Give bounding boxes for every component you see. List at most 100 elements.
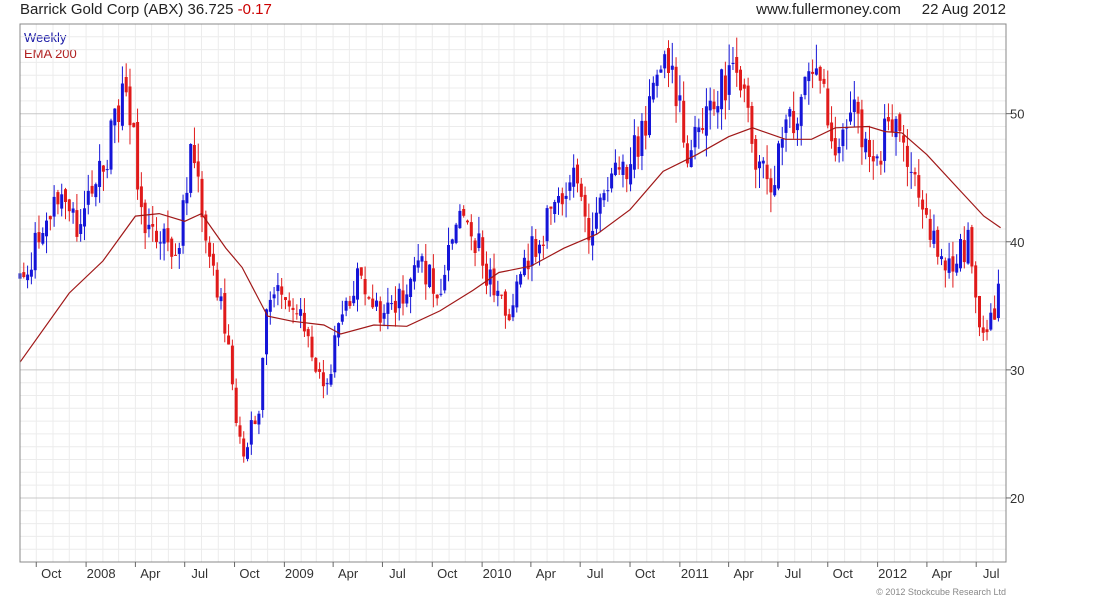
- y-tick-label: 50: [1010, 107, 1024, 122]
- candle-down: [48, 215, 52, 220]
- candle-up: [841, 129, 845, 147]
- candle-up: [458, 210, 462, 229]
- candle-down: [424, 260, 428, 285]
- candle-up: [708, 100, 712, 111]
- candle-up: [352, 295, 356, 304]
- candle-down: [970, 227, 974, 267]
- candle-down: [981, 327, 985, 333]
- candle-up: [814, 68, 818, 75]
- candle-up: [932, 230, 936, 244]
- candle-up: [651, 82, 655, 100]
- candle-up: [572, 167, 576, 187]
- candle-up: [443, 274, 447, 291]
- candle-up: [447, 245, 450, 271]
- candle-up: [777, 143, 780, 189]
- candle-up: [875, 156, 879, 159]
- x-tick-label: Oct: [635, 566, 656, 581]
- candle-down: [238, 425, 242, 437]
- candle-up: [45, 220, 48, 237]
- candle-up: [568, 182, 572, 191]
- candle-up: [333, 335, 337, 373]
- x-tick-label: 2012: [878, 566, 907, 581]
- candle-up: [807, 71, 811, 82]
- candle-down: [435, 294, 439, 299]
- candle-up: [678, 95, 682, 101]
- x-tick-label: Apr: [734, 566, 755, 581]
- candle-up: [697, 127, 701, 133]
- candle-up: [450, 239, 454, 244]
- candle-down: [674, 66, 678, 107]
- candle-down: [560, 193, 564, 205]
- x-tick-label: Apr: [140, 566, 161, 581]
- candle-up: [33, 232, 37, 271]
- candle-up: [996, 283, 1000, 318]
- candle-down: [830, 122, 834, 142]
- candle-up: [105, 169, 109, 171]
- candle-up: [382, 312, 386, 319]
- candle-down: [723, 75, 727, 101]
- candle-down: [742, 84, 746, 89]
- candle-up: [29, 269, 33, 277]
- candle-down: [431, 268, 435, 294]
- x-tick-label: Oct: [437, 566, 458, 581]
- candle-down: [750, 106, 754, 144]
- candle-down: [196, 161, 200, 177]
- candle-down: [321, 372, 325, 387]
- x-tick-label: Jul: [587, 566, 604, 581]
- candle-up: [693, 126, 697, 148]
- candle-up: [405, 294, 409, 304]
- candle-up: [26, 274, 30, 281]
- candle-up: [704, 106, 708, 136]
- candle-up: [621, 161, 625, 175]
- candle-down: [155, 230, 158, 243]
- copyright-notice: © 2012 Stockcube Research Ltd: [876, 587, 1006, 597]
- candle-down: [868, 140, 871, 157]
- candle-down: [890, 119, 894, 133]
- candle-up: [761, 160, 765, 164]
- candle-up: [83, 208, 86, 227]
- candle-down: [765, 164, 769, 180]
- y-tick-label: 30: [1010, 363, 1024, 378]
- candle-up: [864, 138, 868, 153]
- candle-up: [629, 164, 633, 185]
- candle-down: [22, 272, 26, 277]
- candle-up: [397, 288, 401, 309]
- candle-down: [739, 69, 742, 91]
- x-tick-label: 2011: [681, 566, 709, 581]
- candle-up: [109, 120, 113, 170]
- candle-up: [553, 202, 557, 214]
- candle-up: [412, 265, 416, 282]
- candle-up: [610, 173, 614, 189]
- candle-down: [306, 329, 310, 337]
- candle-down: [833, 138, 837, 156]
- candle-down: [928, 218, 932, 240]
- candle-down: [174, 254, 177, 256]
- candle-up: [940, 256, 943, 260]
- y-tick-label: 40: [1010, 235, 1024, 250]
- candle-down: [139, 186, 143, 208]
- candle-up: [545, 208, 549, 242]
- candle-down: [211, 253, 215, 266]
- candle-up: [325, 383, 329, 385]
- candle-down: [769, 178, 773, 193]
- candle-up: [375, 300, 378, 307]
- candle-up: [557, 196, 560, 203]
- x-tick-label: Oct: [833, 566, 854, 581]
- candle-down: [75, 210, 79, 237]
- candle-up: [955, 263, 959, 273]
- candle-down: [295, 313, 299, 315]
- candle-down: [701, 128, 705, 130]
- candle-up: [181, 200, 185, 246]
- candle-down: [469, 222, 473, 237]
- candle-down: [576, 164, 579, 184]
- candle-down: [792, 111, 796, 134]
- candle-up: [947, 258, 951, 273]
- candle-down: [871, 156, 875, 162]
- candle-up: [177, 248, 181, 254]
- candle-down: [579, 183, 583, 197]
- x-tick-label: Oct: [41, 566, 62, 581]
- candle-down: [128, 86, 132, 126]
- candle-down: [503, 291, 507, 316]
- candle-down: [682, 100, 686, 143]
- x-tick-label: Apr: [932, 566, 953, 581]
